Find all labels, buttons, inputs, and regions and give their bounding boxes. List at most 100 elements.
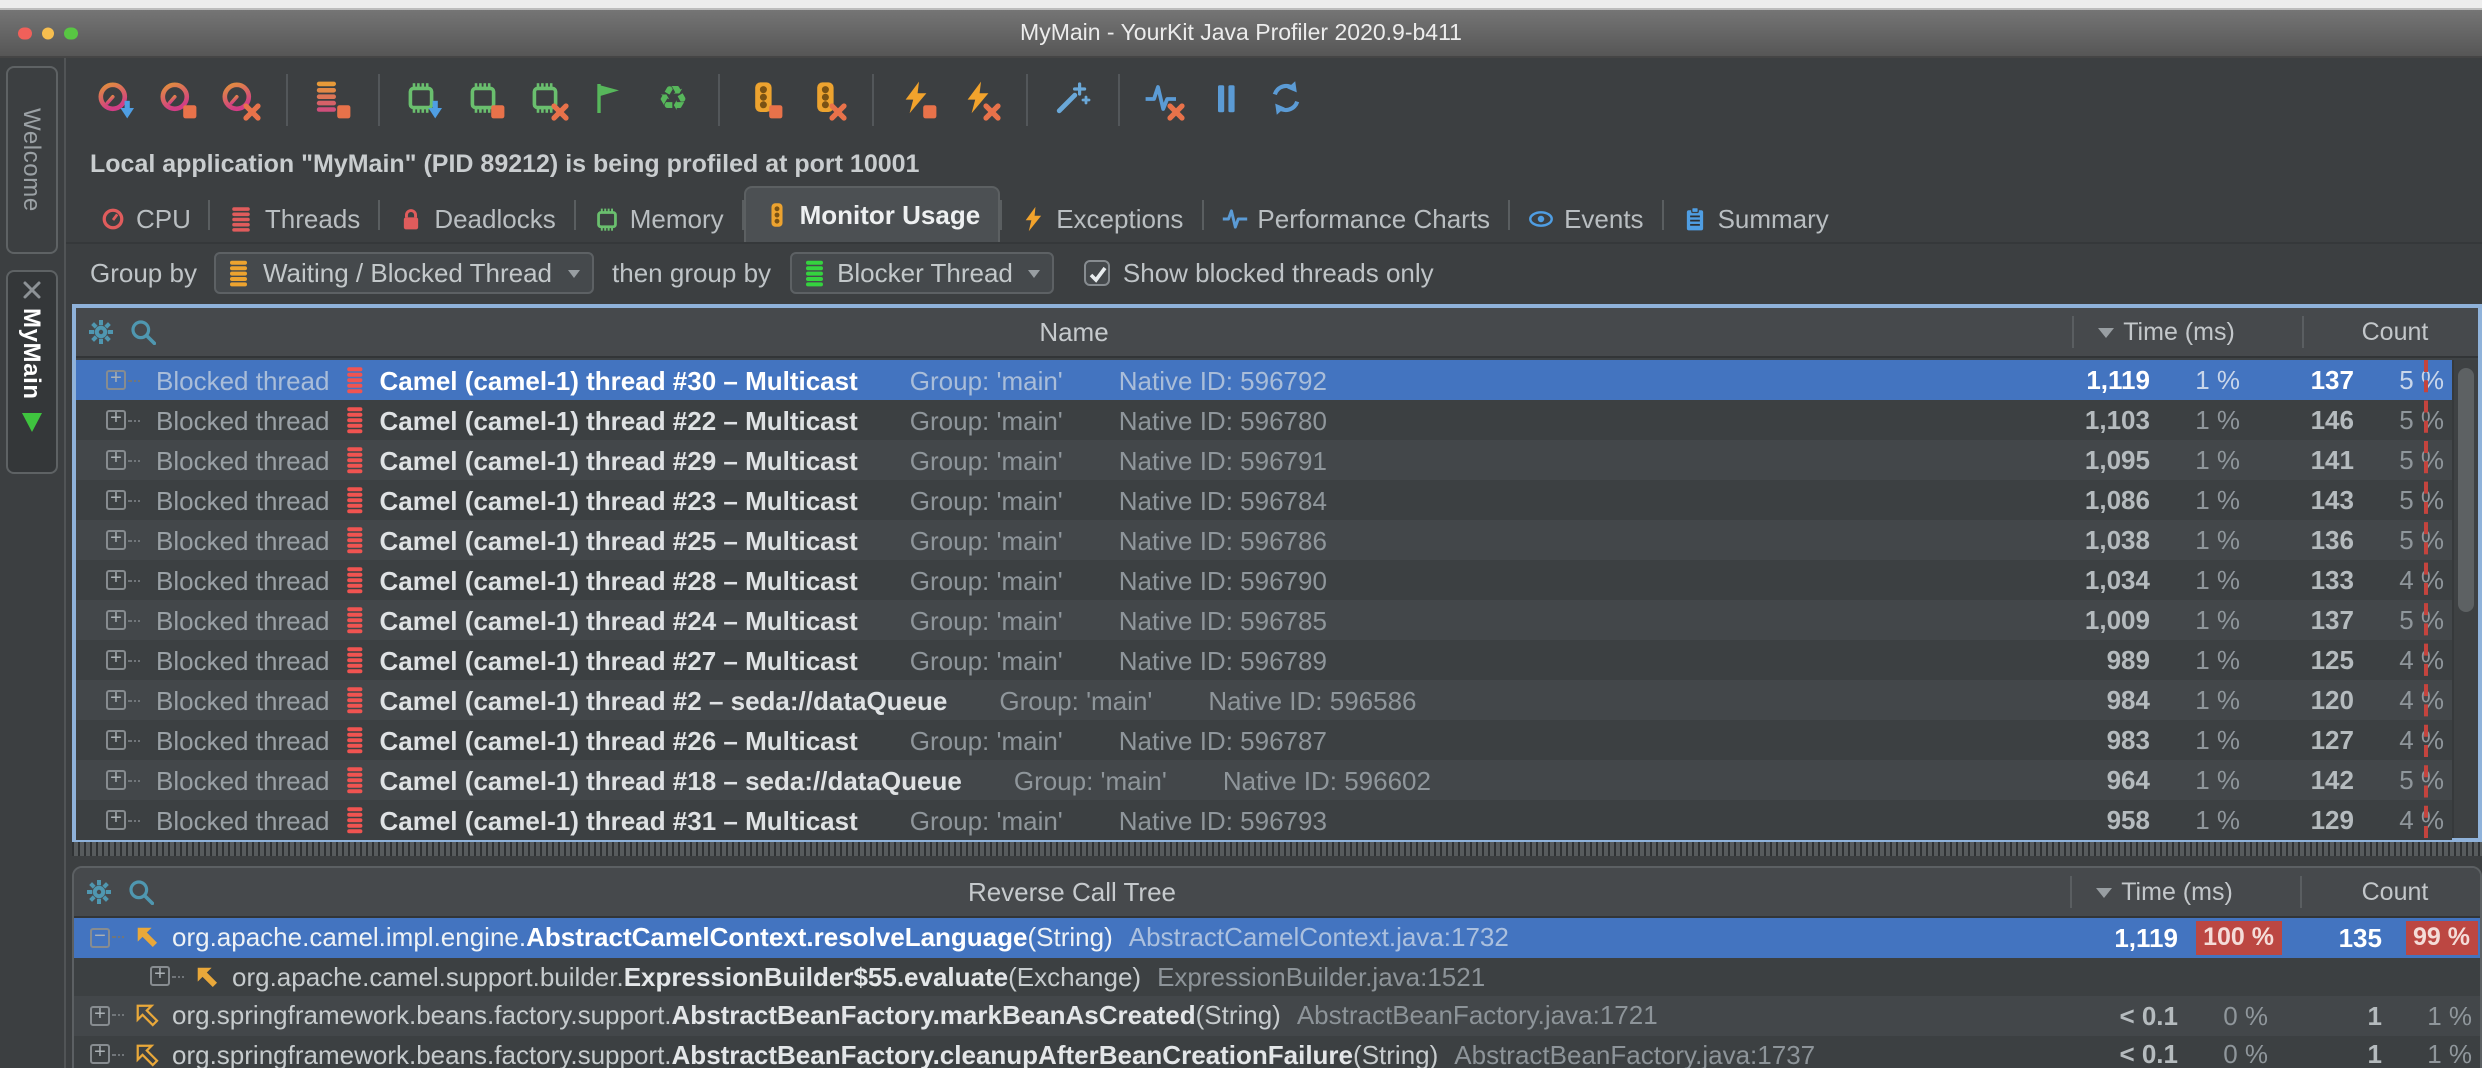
exception-clear-icon[interactable]: [958, 72, 1004, 128]
expand-icon[interactable]: +: [90, 1006, 110, 1026]
force-gc-icon[interactable]: ♻: [650, 72, 696, 128]
blocked-thread-row[interactable]: +Blocked threadCamel (camel-1) thread #2…: [76, 400, 2452, 440]
thread-native-id: Native ID: 596784: [1119, 485, 1327, 515]
column-header-count[interactable]: Count: [2314, 878, 2476, 906]
toolbar-separator: [872, 74, 874, 126]
blocked-thread-row[interactable]: +Blocked threadCamel (camel-1) thread #2…: [76, 520, 2452, 560]
then-group-by-dropdown[interactable]: Blocker Thread: [789, 252, 1055, 294]
column-header-time[interactable]: Time (ms): [2054, 878, 2274, 906]
expand-icon[interactable]: +: [106, 410, 126, 430]
tree-connector: [128, 459, 140, 461]
set-flag-icon[interactable]: [588, 72, 634, 128]
expand-icon[interactable]: +: [106, 490, 126, 510]
column-header-name[interactable]: Name: [76, 317, 2072, 347]
tab-exceptions[interactable]: Exceptions: [1002, 194, 1201, 242]
tab-deadlocks[interactable]: Deadlocks: [380, 194, 573, 242]
call-tree-row[interactable]: +org.apache.camel.support.builder.Expres…: [74, 957, 2480, 996]
vertical-scrollbar[interactable]: [2452, 360, 2478, 838]
blocked-thread-row[interactable]: +Blocked threadCamel (camel-1) thread #2…: [76, 600, 2452, 640]
expand-icon[interactable]: +: [90, 1045, 110, 1065]
monitor-profiling-icon[interactable]: [742, 72, 788, 128]
thread-name: Camel (camel-1) thread #22 – Multicast: [379, 405, 857, 435]
monitor-clear-icon[interactable]: [804, 72, 850, 128]
cpu-clear-icon[interactable]: [218, 72, 264, 128]
expand-icon[interactable]: +: [106, 570, 126, 590]
cpu-profiling-icon[interactable]: [94, 72, 140, 128]
tree-connector: [128, 619, 140, 621]
thread-telemetry-icon[interactable]: [310, 72, 356, 128]
expand-icon[interactable]: +: [106, 530, 126, 550]
filter-bar: Group by Waiting / Blocked Thread then g…: [66, 244, 2482, 302]
column-header-count[interactable]: Count: [2316, 318, 2474, 346]
blocked-thread-row[interactable]: +Blocked threadCamel (camel-1) thread #2…: [76, 480, 2452, 520]
expand-icon[interactable]: +: [106, 370, 126, 390]
time-value: 1,086: [2085, 485, 2150, 515]
count-value: 1: [2368, 1001, 2382, 1031]
tab-label: Monitor Usage: [800, 200, 981, 230]
telemetry-clear-icon[interactable]: [1142, 72, 1188, 128]
thread-native-id: Native ID: 596787: [1119, 725, 1327, 755]
tab-summary[interactable]: Summary: [1664, 194, 1847, 242]
time-value: 1,103: [2085, 405, 2150, 435]
method-icon: [134, 925, 160, 951]
time-percent: 1 %: [2195, 685, 2240, 715]
blocked-thread-row[interactable]: +Blocked threadCamel (camel-1) thread #2…: [76, 720, 2452, 760]
tree-connector: [128, 419, 140, 421]
pause-icon[interactable]: [1204, 72, 1250, 128]
collapse-icon[interactable]: −: [90, 928, 110, 948]
blocked-thread-row[interactable]: +Blocked threadCamel (camel-1) thread #2…: [76, 680, 2452, 720]
blocked-thread-row[interactable]: +Blocked threadCamel (camel-1) thread #3…: [76, 360, 2452, 400]
chevron-down-icon: [1029, 269, 1041, 277]
call-tree-row[interactable]: +org.springframework.beans.factory.suppo…: [74, 1035, 2480, 1068]
row-prefix: Blocked thread: [156, 765, 329, 795]
memory-clear-icon[interactable]: [526, 72, 572, 128]
tab-performance-charts[interactable]: Performance Charts: [1203, 194, 1508, 242]
blocked-thread-icon: [345, 405, 363, 435]
blocked-thread-row[interactable]: +Blocked threadCamel (camel-1) thread #2…: [76, 440, 2452, 480]
group-by-dropdown[interactable]: Waiting / Blocked Thread: [215, 252, 594, 294]
blocked-thread-row[interactable]: +Blocked threadCamel (camel-1) thread #3…: [76, 800, 2452, 840]
horizontal-scrollbar[interactable]: [72, 842, 2482, 856]
refresh-icon[interactable]: [1266, 72, 1312, 128]
welcome-tab-label: Welcome: [18, 108, 46, 212]
blocked-thread-row[interactable]: +Blocked threadCamel (camel-1) thread #2…: [76, 640, 2452, 680]
sidebar: Welcome MyMain: [0, 58, 66, 1068]
blocked-thread-row[interactable]: +Blocked threadCamel (camel-1) thread #1…: [76, 760, 2452, 800]
expand-icon[interactable]: +: [106, 690, 126, 710]
expand-icon[interactable]: +: [106, 610, 126, 630]
column-header-time[interactable]: Time (ms): [2056, 318, 2276, 346]
memory-stop-icon[interactable]: [464, 72, 510, 128]
call-tree-row[interactable]: +org.springframework.beans.factory.suppo…: [74, 996, 2480, 1035]
charts-tab-icon: [1221, 205, 1247, 231]
close-window-button[interactable]: [18, 27, 31, 40]
group-by-label: Group by: [90, 258, 197, 288]
minimize-window-button[interactable]: [41, 27, 54, 40]
cpu-stop-icon[interactable]: [156, 72, 202, 128]
thread-name: Camel (camel-1) thread #28 – Multicast: [379, 565, 857, 595]
inspections-icon[interactable]: [1050, 72, 1096, 128]
show-blocked-threads-checkbox[interactable]: Show blocked threads only: [1085, 258, 1434, 288]
exception-profiling-icon[interactable]: [896, 72, 942, 128]
waiting-blocked-thread-icon: [229, 259, 253, 287]
memory-profiling-icon[interactable]: [402, 72, 448, 128]
call-tree-row[interactable]: −org.apache.camel.impl.engine.AbstractCa…: [74, 918, 2480, 957]
blocked-thread-icon: [345, 725, 363, 755]
expand-icon[interactable]: +: [106, 810, 126, 830]
close-icon[interactable]: [22, 280, 42, 300]
tab-cpu[interactable]: CPU: [82, 194, 209, 242]
zoom-window-button[interactable]: [64, 27, 77, 40]
tab-monitor-usage[interactable]: Monitor Usage: [744, 186, 1001, 242]
sidebar-tab-welcome[interactable]: Welcome: [6, 66, 58, 254]
count-percent: 4 %: [2399, 805, 2444, 835]
blocked-thread-row[interactable]: +Blocked threadCamel (camel-1) thread #2…: [76, 560, 2452, 600]
expand-icon[interactable]: +: [106, 650, 126, 670]
tab-memory[interactable]: Memory: [576, 194, 742, 242]
expand-icon[interactable]: +: [106, 770, 126, 790]
tab-threads[interactable]: Threads: [211, 194, 378, 242]
expand-icon[interactable]: +: [106, 450, 126, 470]
expand-icon[interactable]: +: [150, 967, 170, 987]
scrollbar-thumb[interactable]: [2458, 368, 2474, 612]
sidebar-tab-mymain[interactable]: MyMain: [6, 270, 58, 474]
tab-events[interactable]: Events: [1510, 194, 1662, 242]
expand-icon[interactable]: +: [106, 730, 126, 750]
